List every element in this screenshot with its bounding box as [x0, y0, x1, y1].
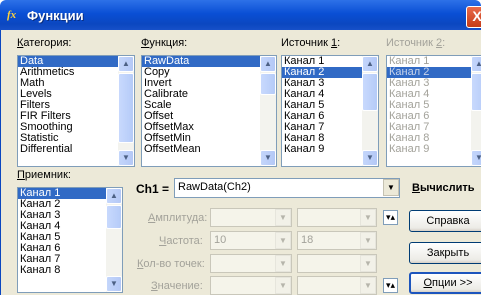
title-bar: fx Функции X — [0, 0, 481, 30]
fx-icon: fx — [7, 9, 17, 21]
options-button[interactable]: Опции >> — [409, 272, 481, 294]
source1-label: Источник 1: — [281, 37, 341, 49]
category-label: Категория: — [17, 37, 72, 49]
frequency-combo-2[interactable]: 18 ▼ — [297, 231, 377, 250]
scroll-thumb[interactable] — [471, 73, 481, 111]
function-label: Функция: — [141, 37, 188, 49]
list-item[interactable]: OffsetMean — [142, 144, 276, 155]
frequency-label: Частота: — [159, 235, 203, 247]
category-listbox[interactable]: Data Arithmetics Math Levels Filters FIR Filt… — [17, 55, 135, 167]
chevron-down-icon[interactable]: ▼ — [275, 277, 291, 294]
category-scrollbar[interactable]: ▲ ▼ — [118, 56, 134, 166]
chevron-down-icon[interactable]: ▼ — [360, 232, 376, 249]
receiver-label: Приемник: — [17, 169, 71, 181]
scroll-down-icon[interactable]: ▼ — [118, 150, 134, 166]
source1-listbox[interactable]: Канал 1 Канал 2 Канал 3 Канал 4 Канал 5 Канал… — [281, 55, 379, 167]
chevron-down-icon[interactable]: ▼ — [275, 255, 291, 272]
scroll-up-icon[interactable]: ▲ — [362, 56, 378, 72]
source2-scrollbar[interactable]: ▲ ▼ — [471, 56, 481, 166]
scroll-up-icon[interactable]: ▲ — [471, 56, 481, 72]
chevron-down-icon[interactable]: ▼ — [360, 277, 376, 294]
frequency-combo[interactable]: 10 ▼ — [210, 231, 292, 250]
help-button[interactable]: Справка — [409, 210, 481, 232]
window-title: Функции — [27, 8, 84, 23]
amplitude-label: Амплитуда: — [148, 212, 208, 224]
source1-scrollbar[interactable]: ▲ ▼ — [362, 56, 378, 166]
close-window-button[interactable]: X — [466, 6, 481, 28]
scroll-up-icon[interactable]: ▲ — [106, 188, 122, 204]
scroll-thumb[interactable] — [362, 73, 378, 111]
points-combo-2[interactable]: ▼ — [297, 254, 377, 273]
scroll-down-icon[interactable]: ▼ — [471, 150, 481, 166]
points-label: Кол-во точек: — [137, 258, 205, 270]
source2-label: Источник 2: — [386, 37, 446, 49]
function-listbox[interactable]: RawData Copy Invert Calibrate Scale Offset Off… — [141, 55, 277, 167]
dialog-body: Категория: Data Arithmetics Math Levels Filt… — [0, 30, 481, 295]
chevron-down-icon[interactable]: ▼ — [360, 209, 376, 226]
chevron-down-icon[interactable]: ▼ — [383, 179, 399, 196]
scroll-thumb[interactable] — [118, 73, 134, 143]
chevron-down-icon[interactable]: ▼ — [275, 232, 291, 249]
formula-value: RawData(Ch2) — [178, 181, 251, 193]
value-combo[interactable]: ▼ — [210, 276, 292, 295]
value-label: Значение: — [151, 280, 203, 292]
scroll-down-icon[interactable]: ▼ — [106, 276, 122, 292]
function-scrollbar[interactable]: ▲ ▼ — [260, 56, 276, 166]
points-combo[interactable]: ▼ — [210, 254, 292, 273]
scroll-up-icon[interactable]: ▲ — [260, 56, 276, 72]
scroll-down-icon[interactable]: ▼ — [260, 150, 276, 166]
list-item[interactable]: Differential — [18, 144, 134, 155]
close-button[interactable]: Закрыть — [409, 242, 481, 264]
chevron-down-icon[interactable]: ▼ — [275, 209, 291, 226]
scroll-thumb[interactable] — [260, 73, 276, 95]
scroll-down-icon[interactable]: ▼ — [362, 150, 378, 166]
receiver-scrollbar[interactable]: ▲ ▼ — [106, 188, 122, 292]
chevron-down-icon[interactable]: ▼ — [360, 255, 376, 272]
expand-toggle-icon[interactable]: ▾▴ — [383, 278, 398, 293]
scroll-thumb[interactable] — [106, 205, 122, 229]
compute-button[interactable]: Вычислить — [412, 182, 475, 194]
source2-listbox[interactable]: Канал 1 Канал 2 Канал 3 Канал 4 Канал 5 Канал… — [386, 55, 481, 167]
list-item[interactable]: Канал 9 — [387, 144, 481, 155]
expand-toggle-icon[interactable]: ▾▴ — [383, 210, 398, 225]
formula-combo[interactable]: RawData(Ch2) ▼ — [174, 178, 400, 198]
amplitude-combo[interactable]: ▼ — [210, 208, 292, 227]
receiver-listbox[interactable]: Канал 1 Канал 2 Канал 3 Канал 4 Канал 5 Канал… — [17, 187, 123, 293]
channel-label: Ch1 = — [136, 182, 170, 196]
value-combo-2[interactable]: ▼ — [297, 276, 377, 295]
scroll-up-icon[interactable]: ▲ — [118, 56, 134, 72]
amplitude-combo-2[interactable]: ▼ — [297, 208, 377, 227]
